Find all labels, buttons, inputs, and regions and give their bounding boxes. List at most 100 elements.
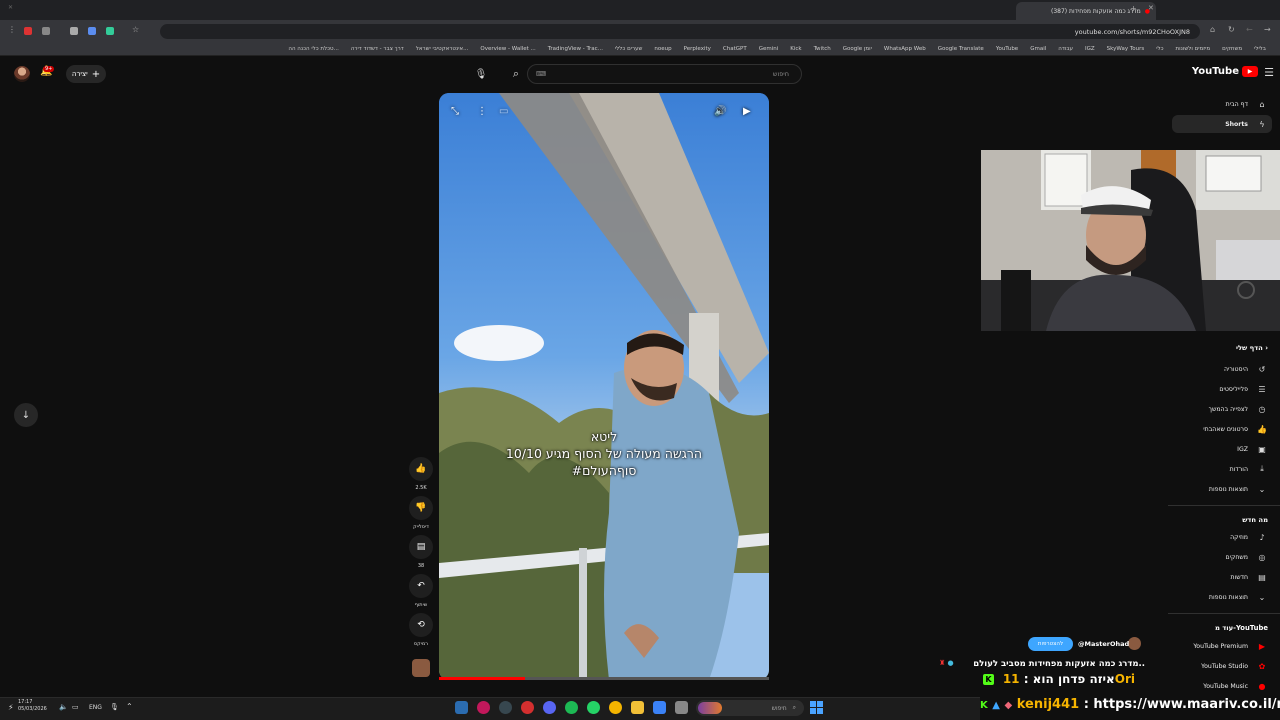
bookmark-item[interactable]: משחקים [1222,46,1242,52]
more-options-icon[interactable]: ⋮ [477,106,487,117]
bookmark-item[interactable]: Gmail [1030,46,1046,52]
sidebar-item-music[interactable]: מוזיקה ♪ [1230,530,1268,544]
sidebar-item-more-new[interactable]: תוצאות נוספות ⌄ [1209,590,1268,604]
bookmark-item[interactable]: Overview - Wallet ... [480,46,535,52]
bookmark-item[interactable]: Google יומן [843,46,872,52]
sound-thumbnail[interactable] [412,659,430,677]
extension-icon[interactable] [24,27,32,35]
sidebar-item-playlists[interactable]: פלייליסטים ☰ [1219,382,1268,396]
voice-search-button[interactable]: 🎙 [472,64,490,84]
youtube-logo[interactable]: YouTube ▶ [1192,66,1258,77]
like-button[interactable]: 👍 [409,457,433,481]
search-input[interactable]: חיפוש [527,64,802,84]
tab-close-icon[interactable]: ✕ [1148,4,1154,12]
forward-icon[interactable]: ← [1246,25,1253,34]
wifi-icon[interactable]: ⚡ [8,703,14,712]
bookmark-item[interactable]: IGZ [1085,46,1095,52]
play-icon[interactable]: ▶ [743,106,751,117]
volume-icon[interactable]: 🔊 [714,106,726,117]
whatsapp-icon[interactable] [587,701,600,714]
bookmark-item[interactable]: Google Translate [938,46,984,52]
comments-button[interactable]: ▤ [409,535,433,559]
new-tab-icon[interactable]: + [1130,4,1137,13]
file-explorer-icon[interactable] [631,701,644,714]
reload-icon[interactable]: ↻ [1228,25,1235,34]
sidebar-item-news[interactable]: חדשות ▤ [1230,570,1268,584]
account-avatar[interactable] [14,66,30,82]
taskbar-app-icon[interactable] [499,701,512,714]
bookmark-item[interactable]: Perplexity [684,46,711,52]
bookmark-item[interactable]: בלילי [1254,46,1266,52]
windows-start-icon[interactable] [810,701,823,714]
sidebar-item-gaming[interactable]: משחקים ◎ [1225,550,1268,564]
back-icon[interactable]: → [1264,25,1271,34]
dislike-action[interactable]: 👎 דיסלייק [408,496,434,530]
sidebar-item-home[interactable]: דף הבית ⌂ [1226,97,1268,111]
extension-icon[interactable] [88,27,96,35]
keyboard-icon[interactable]: ⌨ [536,70,546,78]
bookmark-item[interactable]: אינטראקטיבי ישראל... [416,46,469,52]
remix-button[interactable]: ⟲ [409,613,433,637]
share-action[interactable]: ↶ שיתוף [408,574,434,608]
discord-icon[interactable] [543,701,556,714]
search-button[interactable]: ⌕ [505,64,527,84]
window-close-icon[interactable]: ✕ [8,4,13,11]
bookmark-item[interactable]: עבודה [1058,46,1073,52]
extension-icon[interactable] [42,27,50,35]
sidebar-item-igz[interactable]: IGZ ▣ [1237,442,1268,456]
sidebar-item-music-app[interactable]: YouTube Music ● [1203,679,1268,693]
sidebar-item-liked[interactable]: סרטונים שאהבתי 👍 [1203,422,1268,436]
sidebar-heading-you[interactable]: הדף שלי › [1236,344,1268,352]
sidebar-item-shorts[interactable]: Shorts ϟ [1225,117,1268,131]
comments-action[interactable]: ▤ 38 [408,535,434,569]
remix-action[interactable]: ⟲ רמיקס [408,613,434,647]
sidebar-item-watch-later[interactable]: לצפייה בהמשך ◷ [1209,402,1268,416]
bookmark-item[interactable]: טכלת כלי הכנה הה... [288,46,338,52]
taskbar-app-icon[interactable] [455,701,468,714]
collapse-icon[interactable]: ⤡ [451,106,459,117]
bookmark-item[interactable]: דרך צבר - דשדוד דירה [351,46,404,52]
bookmark-item[interactable]: Gemini [759,46,779,52]
bookmark-item[interactable]: noeup [654,46,671,52]
extension-icon[interactable] [70,27,78,35]
bookmark-item[interactable]: Kick [790,46,801,52]
taskbar-app-icon[interactable] [477,701,490,714]
next-video-button[interactable]: ↓ [14,403,38,427]
bookmark-item[interactable]: YouTube [996,46,1018,52]
hamburger-menu-icon[interactable]: ☰ [1264,66,1274,79]
like-action[interactable]: 👍 2.5K [408,457,434,491]
microphone-icon[interactable]: 🎙 [110,703,119,711]
bookmark-item[interactable]: TradingView - Trac... [548,46,603,52]
sidebar-item-premium[interactable]: YouTube Premium ▶ [1193,639,1268,653]
bookmark-item[interactable]: SkyWay Tours [1107,46,1145,52]
bookmark-item[interactable]: WhatsApp Web [884,46,926,52]
taskbar-app-icon[interactable] [675,701,688,714]
chrome-icon[interactable] [609,701,622,714]
taskbar-clock[interactable]: 17:17 05/03/2026 [18,699,47,713]
share-button[interactable]: ↶ [409,574,433,598]
bookmark-item[interactable]: שערים כללי [615,46,642,52]
bookmark-item[interactable]: ChatGPT [723,46,747,52]
create-button[interactable]: יצירה + [66,65,106,83]
bookmark-item[interactable]: מיזמים ולשונות [1176,46,1211,52]
taskbar-app-icon[interactable] [521,701,534,714]
spotify-icon[interactable] [565,701,578,714]
chevron-up-icon[interactable]: ⌃ [126,702,133,711]
bookmark-item[interactable]: כלי [1156,46,1163,52]
sidebar-item-history[interactable]: היסטוריה ↺ [1224,362,1268,376]
taskbar-app-icon[interactable] [653,701,666,714]
address-bar[interactable]: youtube.com/shorts/m92CHoOXJN8 [160,24,1200,39]
sidebar-item-more[interactable]: תוצאות נוספות ⌄ [1209,482,1268,496]
speaker-icon[interactable]: 🔈 [59,703,68,711]
menu-dots-icon[interactable]: ⋮ [8,25,16,34]
sidebar-item-studio[interactable]: YouTube Studio ✿ [1201,659,1268,673]
bookmark-item[interactable]: Twitch [814,46,831,52]
bookmark-star-icon[interactable]: ☆ [132,25,139,34]
language-indicator[interactable]: ENG [89,704,102,711]
shorts-video-player[interactable] [439,93,769,680]
display-icon[interactable]: ▭ [72,703,79,711]
dislike-button[interactable]: 👎 [409,496,433,520]
home-browser-icon[interactable]: ⌂ [1210,25,1215,34]
captions-icon[interactable]: ▭ [499,106,508,117]
sidebar-item-downloads[interactable]: הורדות ⤓ [1230,462,1268,476]
